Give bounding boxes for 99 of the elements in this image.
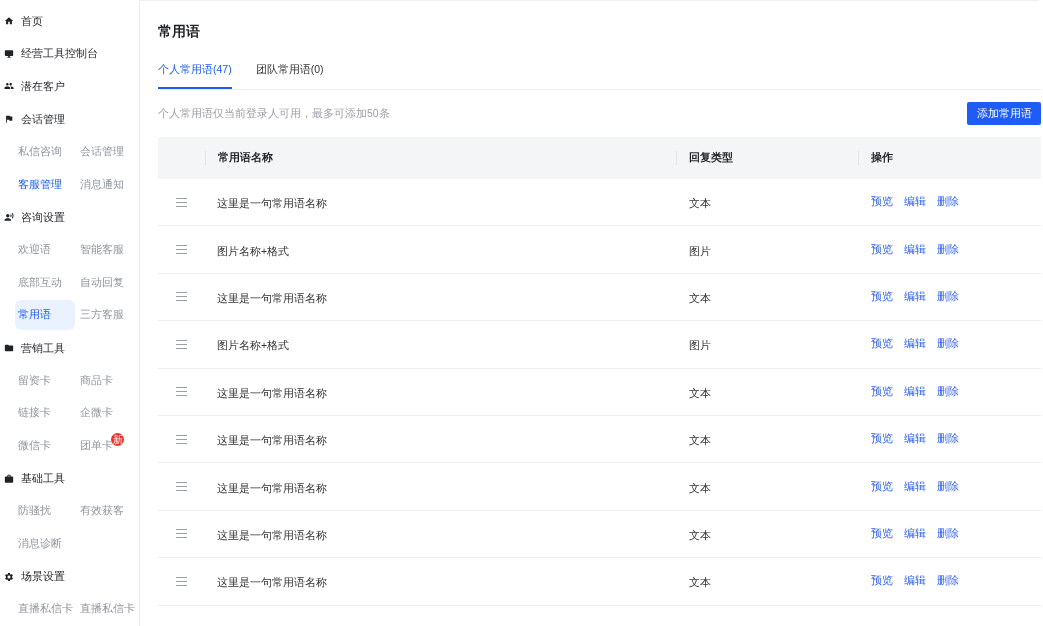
sidebar-menu-item[interactable]: 咨询设置 xyxy=(0,208,65,226)
tab[interactable]: 团队常用语(0) xyxy=(255,53,324,89)
sidebar-submenu-item[interactable]: 私信咨询 xyxy=(15,136,75,167)
settings-icon xyxy=(4,571,14,582)
drag-handle-icon[interactable] xyxy=(176,576,187,586)
edit-link[interactable]: 编辑 xyxy=(904,383,926,400)
delete-link[interactable]: 删除 xyxy=(937,431,959,447)
edit-link[interactable]: 编辑 xyxy=(904,478,926,495)
new-badge: 新 xyxy=(111,432,124,446)
reply-type: 文本 xyxy=(689,291,711,304)
preview-link[interactable]: 预览 xyxy=(871,336,893,353)
people-icon xyxy=(4,81,14,92)
briefcase-icon xyxy=(4,473,14,484)
reply-type: 文本 xyxy=(689,434,711,447)
delete-link[interactable]: 删除 xyxy=(937,478,959,495)
tab[interactable]: 个人常用语(47) xyxy=(158,53,232,89)
sidebar-submenu-item[interactable]: 企微卡 xyxy=(77,398,137,429)
drag-handle-icon[interactable] xyxy=(176,292,187,302)
delete-link[interactable]: 删除 xyxy=(937,289,959,305)
sidebar-submenu-item[interactable]: 会话管理 xyxy=(77,136,137,167)
drag-handle-icon[interactable] xyxy=(176,197,187,207)
delete-link[interactable]: 删除 xyxy=(937,241,959,258)
phrase-name: 这里是一句常用语名称 xyxy=(217,434,327,447)
delete-link[interactable]: 删除 xyxy=(937,194,959,211)
sidebar-submenu-item[interactable]: 消息通知 xyxy=(77,169,137,200)
phrase-name: 这里是一句常用语名称 xyxy=(217,291,327,304)
delete-link[interactable]: 删除 xyxy=(937,383,959,400)
phrase-name: 图片名称+格式 xyxy=(217,244,290,257)
phrase-name: 这里是一句常用语名称 xyxy=(217,386,327,399)
preview-link[interactable]: 预览 xyxy=(871,478,893,495)
sidebar-menu-item[interactable]: 场景设置 xyxy=(0,568,65,585)
column-header: 操作 xyxy=(871,150,893,166)
sidebar-submenu-item[interactable]: 消息诊断 xyxy=(15,528,75,559)
edit-link[interactable]: 编辑 xyxy=(904,336,926,353)
sidebar-submenu-item[interactable]: 直播私信卡 xyxy=(15,594,75,625)
sidebar-submenu-item[interactable]: 留资卡 xyxy=(15,365,75,396)
drag-handle-icon[interactable] xyxy=(176,434,187,444)
drag-handle-icon[interactable] xyxy=(176,245,187,255)
reply-type: 图片 xyxy=(689,339,711,352)
drag-handle-icon[interactable] xyxy=(176,387,187,397)
preview-link[interactable]: 预览 xyxy=(871,383,893,400)
folder-icon xyxy=(4,342,14,353)
sidebar-submenu-item[interactable]: 商品卡 xyxy=(77,365,137,396)
preview-link[interactable]: 预览 xyxy=(871,241,893,258)
edit-link[interactable]: 编辑 xyxy=(904,573,926,590)
sidebar-submenu-item[interactable]: 防骚扰 xyxy=(15,496,75,527)
notice-text: 个人常用语仅当前登录人可用，最多可添加50条 xyxy=(158,105,390,121)
sidebar-submenu-item[interactable]: 微信卡 xyxy=(15,430,75,461)
column-header: 常用语名称 xyxy=(218,150,273,166)
sidebar-submenu-item[interactable]: 欢迎语 xyxy=(15,234,75,265)
phrase-name: 这里是一句常用语名称 xyxy=(217,481,327,494)
sidebar-submenu-item[interactable]: 底部互动 xyxy=(15,267,75,298)
preview-link[interactable]: 预览 xyxy=(871,573,893,590)
sidebar-menu-item[interactable]: 潜在客户 xyxy=(0,78,65,95)
reply-type: 文本 xyxy=(689,197,711,210)
reply-type: 文本 xyxy=(689,386,711,399)
preview-link[interactable]: 预览 xyxy=(871,194,893,211)
phrase-name: 这里是一句常用语名称 xyxy=(217,528,327,541)
drag-handle-icon[interactable] xyxy=(176,339,187,349)
edit-link[interactable]: 编辑 xyxy=(904,431,926,447)
add-phrase-button[interactable]: 添加常用语 xyxy=(967,102,1041,125)
flag-icon xyxy=(4,114,14,124)
phrase-name: 这里是一句常用语名称 xyxy=(217,197,327,210)
sidebar-menu-item[interactable]: 基础工具 xyxy=(0,470,65,487)
sidebar-menu-item[interactable]: 首页 xyxy=(0,12,43,30)
home-icon xyxy=(4,15,14,26)
preview-link[interactable]: 预览 xyxy=(871,431,893,447)
edit-link[interactable]: 编辑 xyxy=(904,526,926,542)
reply-type: 文本 xyxy=(689,576,711,589)
speaking-person-icon xyxy=(4,212,14,223)
sidebar-submenu-item[interactable]: 常用语 xyxy=(15,300,75,331)
preview-link[interactable]: 预览 xyxy=(871,526,893,542)
reply-type: 文本 xyxy=(689,528,711,541)
reply-type: 文本 xyxy=(689,481,711,494)
sidebar-menu-item[interactable]: 经营工具控制台 xyxy=(0,45,98,62)
sidebar-submenu-item[interactable]: 三方客服 xyxy=(77,300,137,331)
sidebar-submenu-item[interactable]: 直播私信卡 xyxy=(77,594,137,625)
drag-handle-icon[interactable] xyxy=(176,529,187,539)
page-title: 常用语 xyxy=(158,22,200,40)
sidebar-menu-item[interactable]: 会话管理 xyxy=(0,110,65,128)
sidebar-submenu-item[interactable]: 智能客服 xyxy=(77,234,137,265)
reply-type: 图片 xyxy=(689,244,711,257)
column-header: 回复类型 xyxy=(689,150,733,166)
sidebar-submenu-item[interactable]: 客服管理 xyxy=(15,169,75,200)
phrase-name: 这里是一句常用语名称 xyxy=(217,576,327,589)
delete-link[interactable]: 删除 xyxy=(937,336,959,353)
edit-link[interactable]: 编辑 xyxy=(904,194,926,211)
sidebar-menu-item[interactable]: 营销工具 xyxy=(0,339,65,357)
edit-link[interactable]: 编辑 xyxy=(904,241,926,258)
sidebar-submenu-item[interactable]: 有效获客 xyxy=(77,496,137,527)
monitor-icon xyxy=(4,48,14,59)
delete-link[interactable]: 删除 xyxy=(937,573,959,590)
preview-link[interactable]: 预览 xyxy=(871,289,893,305)
edit-link[interactable]: 编辑 xyxy=(904,289,926,305)
sidebar-submenu-item[interactable]: 自动回复 xyxy=(77,267,137,298)
sidebar-submenu-item[interactable]: 链接卡 xyxy=(15,398,75,429)
drag-handle-icon[interactable] xyxy=(176,482,187,492)
phrase-name: 图片名称+格式 xyxy=(217,339,290,352)
delete-link[interactable]: 删除 xyxy=(937,526,959,542)
